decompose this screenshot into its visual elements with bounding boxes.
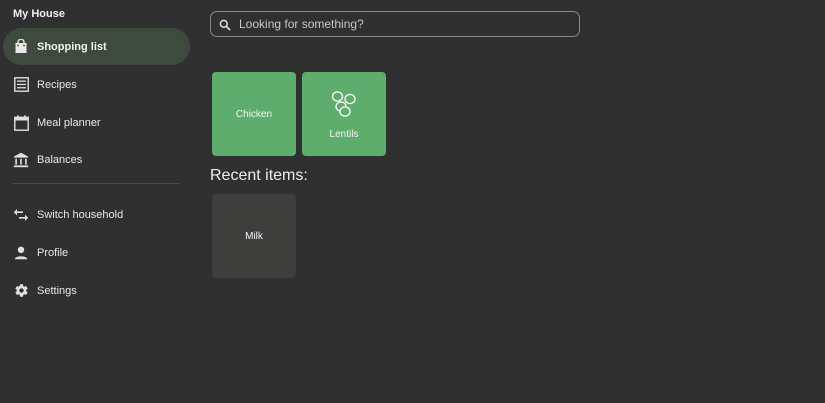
sidebar-item-recipes[interactable]: Recipes [3, 66, 190, 103]
sidebar-item-label: Recipes [37, 78, 77, 91]
search-icon [219, 18, 231, 31]
sidebar-item-switch-household[interactable]: Switch household [3, 196, 190, 233]
item-tile-label: Chicken [235, 108, 273, 120]
sidebar-item-profile[interactable]: Profile [3, 234, 190, 271]
calendar-icon [13, 114, 29, 131]
sidebar-item-label: Meal planner [37, 116, 101, 129]
search-bar[interactable] [210, 11, 580, 37]
sidebar-divider [13, 183, 179, 184]
gear-icon [13, 283, 29, 299]
sidebar-item-meal-planner[interactable]: Meal planner [3, 104, 190, 141]
sidebar-item-settings[interactable]: Settings [3, 272, 190, 309]
household-title: My House [13, 8, 65, 20]
search-input[interactable] [239, 14, 559, 34]
lentils-icon [330, 90, 358, 118]
item-tile-label: Lentils [329, 129, 359, 140]
sidebar-item-label: Switch household [37, 208, 124, 221]
person-icon [13, 245, 29, 261]
app-window: My House Shopping list Recipes Meal plan… [0, 0, 825, 403]
shopping-bag-icon [13, 39, 29, 55]
bank-icon [13, 152, 29, 168]
sidebar-item-shopping-list[interactable]: Shopping list [3, 28, 190, 65]
sidebar-item-label: Shopping list [37, 40, 107, 53]
sidebar-item-balances[interactable]: Balances [3, 141, 190, 178]
recent-item-tile-milk[interactable]: Milk [212, 194, 296, 278]
sidebar-item-label: Settings [37, 284, 77, 297]
sidebar: My House Shopping list Recipes Meal plan… [0, 0, 196, 403]
item-tile-label: Milk [245, 230, 263, 242]
swap-arrows-icon [13, 207, 29, 223]
item-tile-lentils[interactable]: Lentils [302, 72, 386, 156]
item-tile-chicken[interactable]: Chicken [212, 72, 296, 156]
sidebar-item-label: Profile [37, 246, 69, 259]
sidebar-item-label: Balances [37, 153, 83, 166]
recent-items-heading: Recent items: [210, 167, 308, 184]
list-icon [13, 77, 29, 93]
